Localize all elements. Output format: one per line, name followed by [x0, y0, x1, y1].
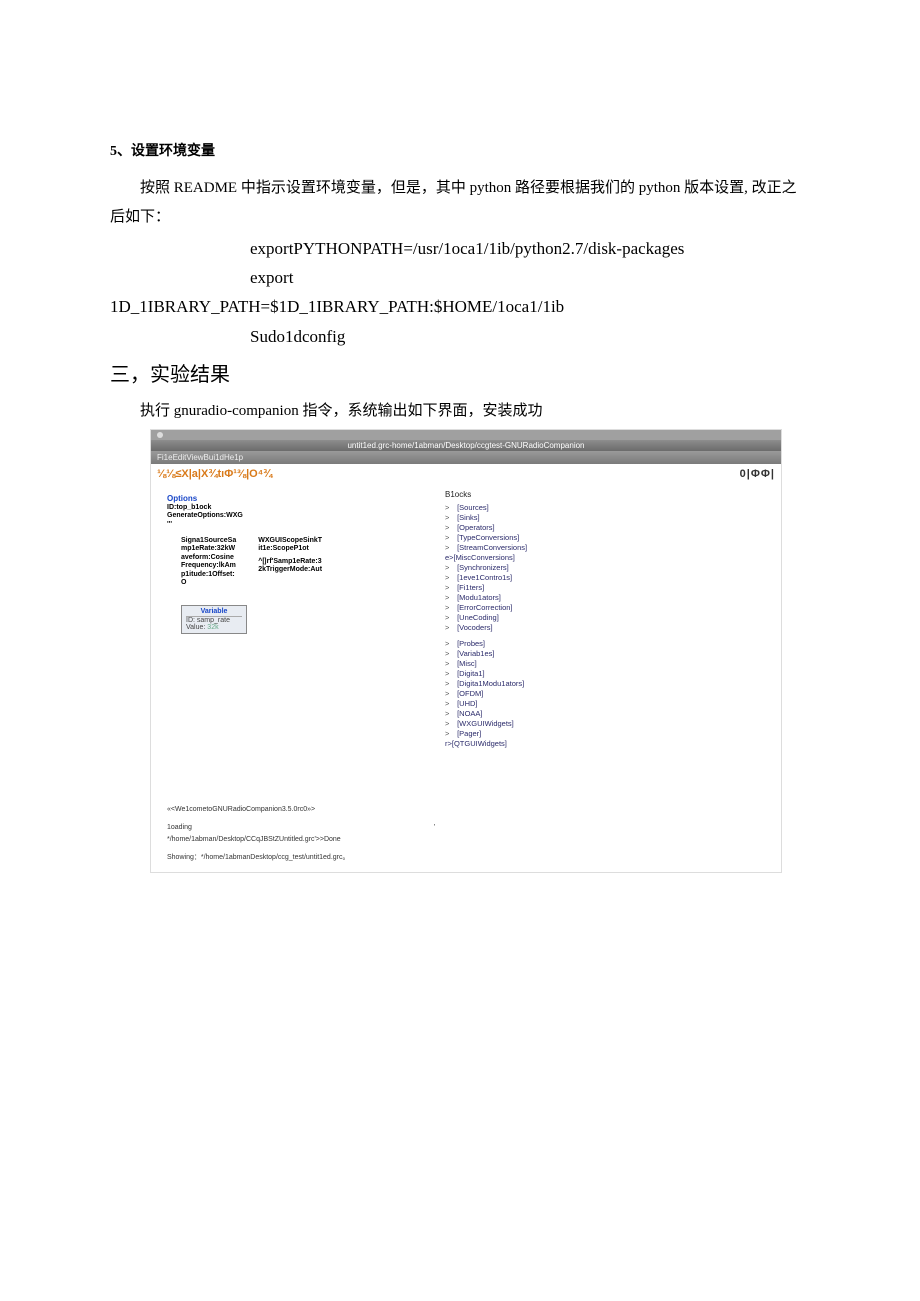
tree-item[interactable]: > [UHD] [445, 698, 775, 708]
tree-item-label: [WXGUIWidgets] [455, 719, 514, 728]
heading-text: 5、设置环境变量 [110, 144, 215, 159]
variable-l2: Value: 32k [186, 624, 242, 631]
console-line: 1oading ' [167, 822, 435, 834]
tree-item[interactable]: > [OFDM] [445, 688, 775, 698]
scope-l2: it1e:ScopeP1ot [258, 545, 322, 553]
left-pane: Options ID:top_b1ock GenerateOptions:WXG… [151, 484, 441, 872]
window-control-dot[interactable] [157, 432, 163, 438]
tree-item-label: [Synchronizers] [455, 563, 509, 572]
options-l1: ID:top_b1ock [167, 504, 457, 512]
tree-item[interactable]: > [Probes] [445, 638, 775, 648]
paragraph-1: 按照 README 中指示设置环境变量，但是，其中 python 路径要根据我们… [110, 174, 810, 231]
tree-item[interactable]: > [TypeConversions] [445, 532, 775, 542]
tree-item[interactable]: > [NOAA] [445, 708, 775, 718]
workspace: Options ID:top_b1ock GenerateOptions:WXG… [151, 484, 781, 872]
tree-item[interactable]: > [Variab1es] [445, 648, 775, 658]
console-line: */home/1abman/Desktop/CCqJBStZUntitled.g… [167, 834, 435, 846]
options-title: Options [167, 494, 457, 504]
tree-item[interactable]: e>[MiscConversions] [445, 552, 775, 562]
scope-l1: WXGUIScopeSinkT [258, 537, 322, 545]
tree-item[interactable]: > [ErrorCorrection] [445, 602, 775, 612]
window-titlebar: untit1ed.grc-home/1abman/Desktop/ccgtest… [151, 440, 781, 451]
variable-title: Variable [186, 608, 242, 617]
code-line-4: Sudo1dconfig [110, 323, 810, 350]
tree-item[interactable]: > [WXGUIWidgets] [445, 718, 775, 728]
toolbar-glyphs-left: ⅛⅛≤X|a|X¾tıΦ¹⅜|O⁴¾ [157, 468, 272, 480]
blocks-heading: B1ocks [445, 490, 775, 499]
scope-l3: ^[|rf'Samp1eRate:3 [258, 558, 322, 566]
console: «<We1cometoGNURadioCompanion3.5.0rc0»> 1… [151, 800, 441, 872]
flowgraph-canvas[interactable]: Options ID:top_b1ock GenerateOptions:WXG… [151, 484, 463, 800]
tree-item-label: [Digita1Modu1ators] [455, 679, 524, 688]
options-l3: ''' [167, 521, 457, 529]
sig-l1: Signa1SourceSa [181, 537, 236, 545]
scope-sink-block[interactable]: WXGUIScopeSinkT it1e:ScopeP1ot ^[|rf'Sam… [258, 537, 322, 587]
toolbar-right[interactable]: 0|ΦΦ| [740, 468, 775, 480]
code-line-2: export [110, 264, 810, 291]
tree-item[interactable]: > [Synchronizers] [445, 562, 775, 572]
tree-item[interactable]: > [1eve1Contro1s] [445, 572, 775, 582]
tree-item[interactable]: > [Digita1] [445, 668, 775, 678]
code-line-3: 1D_1IBRARY_PATH=$1D_1IBRARY_PATH:$HOME/1… [110, 293, 810, 320]
tree-item[interactable]: > [Misc] [445, 658, 775, 668]
options-l2: GenerateOptions:WXG [167, 512, 457, 520]
options-block[interactable]: Options ID:top_b1ock GenerateOptions:WXG… [167, 494, 457, 529]
tree-item[interactable]: > [Fi1ters] [445, 582, 775, 592]
toolbar: ⅛⅛≤X|a|X¾tıΦ¹⅜|O⁴¾ 0|ΦΦ| [151, 464, 781, 484]
gnuradio-screenshot: untit1ed.grc-home/1abman/Desktop/ccgtest… [150, 429, 782, 873]
tree-item[interactable]: > [Pager] [445, 728, 775, 738]
tree-item[interactable]: > [Digita1Modu1ators] [445, 678, 775, 688]
tree-item-label: [ErrorCorrection] [455, 603, 513, 612]
tree-item[interactable]: > [Vocoders] [445, 622, 775, 632]
code-line-1: exportPYTHONPATH=/usr/1oca1/1ib/python2.… [110, 235, 810, 262]
section-3-heading: 三，实验结果 [110, 358, 810, 387]
tree-item[interactable]: > [StreamConversions] [445, 542, 775, 552]
tree-item-label: [1eve1Contro1s] [455, 573, 512, 582]
signal-source-block[interactable]: Signa1SourceSa mp1eRate:32kW aveform:Cos… [181, 537, 236, 587]
tree-item[interactable]: > [Sources] [445, 502, 775, 512]
tree-item[interactable]: > [Operators] [445, 522, 775, 532]
sig-l4: Frequency:lkAm [181, 562, 236, 570]
paragraph-2: 执行 gnuradio-companion 指令，系统输出如下界面，安装成功 [110, 397, 810, 426]
tree-item-label: [TypeConversions] [455, 533, 519, 542]
blocks-sidebar[interactable]: B1ocks > [Sources]> [Sinks]> [Operators]… [441, 484, 781, 872]
menubar[interactable]: Fi1eEditViewBui1dHe1p [151, 451, 781, 464]
sig-l5: p1itude:1Offset: [181, 571, 236, 579]
variable-block[interactable]: Variable ID: samp_rate Value: 32k [181, 605, 247, 634]
tree-item-label: [StreamConversions] [455, 543, 527, 552]
tree-item[interactable]: r>[QTGUIWidgets] [445, 738, 775, 748]
console-line: Showing：*/home/1abmanDesktop/ccg_test/un… [167, 852, 435, 864]
section-5-heading: 5、设置环境变量 [110, 140, 810, 160]
tree-item[interactable]: > [Modu1ators] [445, 592, 775, 602]
variable-l1: ID: samp_rate [186, 617, 242, 624]
console-line: «<We1cometoGNURadioCompanion3.5.0rc0»> [167, 804, 435, 816]
toolbar-left[interactable]: ⅛⅛≤X|a|X¾tıΦ¹⅜|O⁴¾ [157, 468, 273, 480]
sig-l3: aveform:Cosine [181, 554, 236, 562]
window-controls-bar [151, 430, 781, 440]
scope-l4: 2kTriggerMode:Aut [258, 566, 322, 574]
sig-l6: O [181, 579, 236, 587]
tree-item[interactable]: > [UneCoding] [445, 612, 775, 622]
tree-item[interactable]: > [Sinks] [445, 512, 775, 522]
sig-l2: mp1eRate:32kW [181, 545, 236, 553]
